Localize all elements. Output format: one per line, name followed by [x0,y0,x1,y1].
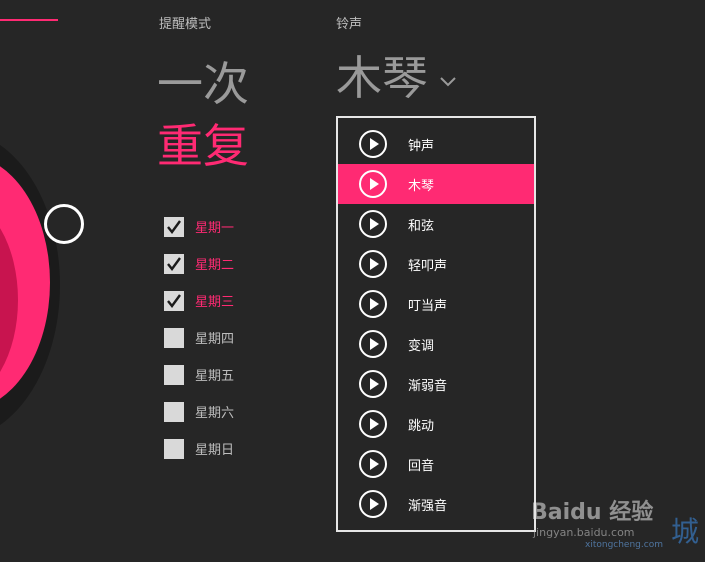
watermark-site: xitongcheng.com [585,540,663,550]
play-icon[interactable] [358,129,388,159]
mode-option-repeat[interactable]: 重复 [157,118,249,174]
play-icon[interactable] [358,169,388,199]
ringtone-option-label: 跳动 [408,418,435,434]
weekday-checkbox[interactable] [164,290,184,311]
alarm-mode-label: 提醒模式 [159,17,212,32]
play-icon[interactable] [358,329,388,359]
ringtone-label: 铃声 [336,17,363,32]
ringtone-option-label: 渐弱音 [408,378,448,394]
weekday-row[interactable]: 星期日 [164,430,234,467]
ringtone-option-label: 轻叩声 [408,258,448,274]
ringtone-option[interactable]: 和弦 [338,204,534,244]
ringtone-option[interactable]: 渐强音 [338,484,534,524]
ringtone-option-label: 叮当声 [408,298,448,314]
checkmark-icon [167,293,181,308]
ringtone-option[interactable]: 变调 [338,324,534,364]
ringtone-option[interactable]: 跳动 [338,404,534,444]
watermark: Baidu 经验 jingyan.baidu.com xitongcheng.c… [529,486,699,556]
ringtone-option-label: 变调 [408,338,435,354]
ringtone-option-label: 回音 [408,458,435,474]
ringtone-dropdown: 钟声木琴和弦轻叩声叮当声变调渐弱音跳动回音渐强音 [336,116,536,532]
weekday-row[interactable]: 星期六 [164,393,234,430]
weekday-checkbox[interactable] [164,438,184,459]
weekday-label: 星期日 [195,443,235,458]
time-dial-handle[interactable] [44,204,84,244]
watermark-brand: Baidu 经验 [531,500,654,525]
weekday-label: 星期三 [195,295,235,310]
ringtone-current-value: 木琴 [336,51,428,105]
ringtone-option[interactable]: 轻叩声 [338,244,534,284]
weekday-row[interactable]: 星期五 [164,356,234,393]
ringtone-option[interactable]: 木琴 [338,164,534,204]
weekday-label: 星期四 [195,332,235,347]
weekday-label: 星期五 [195,369,235,384]
play-icon[interactable] [358,209,388,239]
play-icon[interactable] [358,289,388,319]
weekday-row[interactable]: 星期二 [164,245,234,282]
weekday-checkbox[interactable] [164,401,184,422]
play-icon[interactable] [358,449,388,479]
chevron-down-icon [440,77,456,87]
checkmark-icon [167,256,181,271]
weekday-label: 星期六 [195,406,235,421]
play-icon[interactable] [358,409,388,439]
watermark-url: jingyan.baidu.com [533,526,635,539]
weekday-checkbox[interactable] [164,216,184,237]
ringtone-option-label: 渐强音 [408,498,448,514]
ringtone-option[interactable]: 叮当声 [338,284,534,324]
weekday-label: 星期一 [195,221,235,236]
ringtone-option-label: 和弦 [408,218,435,234]
play-icon[interactable] [358,489,388,519]
watermark-city-char: 城 [670,515,699,548]
header-accent-line [0,19,58,21]
ringtone-option-label: 钟声 [408,138,435,154]
alarm-settings-screen: 提醒模式 铃声 一次 重复 木琴 星期一星期二星期三星期四星期五星期六星期日 钟… [0,0,705,562]
checkmark-icon [167,219,181,234]
ringtone-option-label: 木琴 [408,178,435,194]
mode-option-once[interactable]: 一次 [157,56,249,112]
weekday-checkbox[interactable] [164,327,184,348]
play-icon[interactable] [358,249,388,279]
play-icon[interactable] [358,369,388,399]
weekday-row[interactable]: 星期四 [164,319,234,356]
weekday-checkbox[interactable] [164,364,184,385]
weekday-row[interactable]: 星期一 [164,208,234,245]
ringtone-selector[interactable]: 木琴 [336,50,458,106]
weekday-row[interactable]: 星期三 [164,282,234,319]
weekday-list: 星期一星期二星期三星期四星期五星期六星期日 [164,208,234,467]
weekday-label: 星期二 [195,258,235,273]
weekday-checkbox[interactable] [164,253,184,274]
ringtone-option[interactable]: 渐弱音 [338,364,534,404]
ringtone-option[interactable]: 钟声 [338,124,534,164]
ringtone-option[interactable]: 回音 [338,444,534,484]
